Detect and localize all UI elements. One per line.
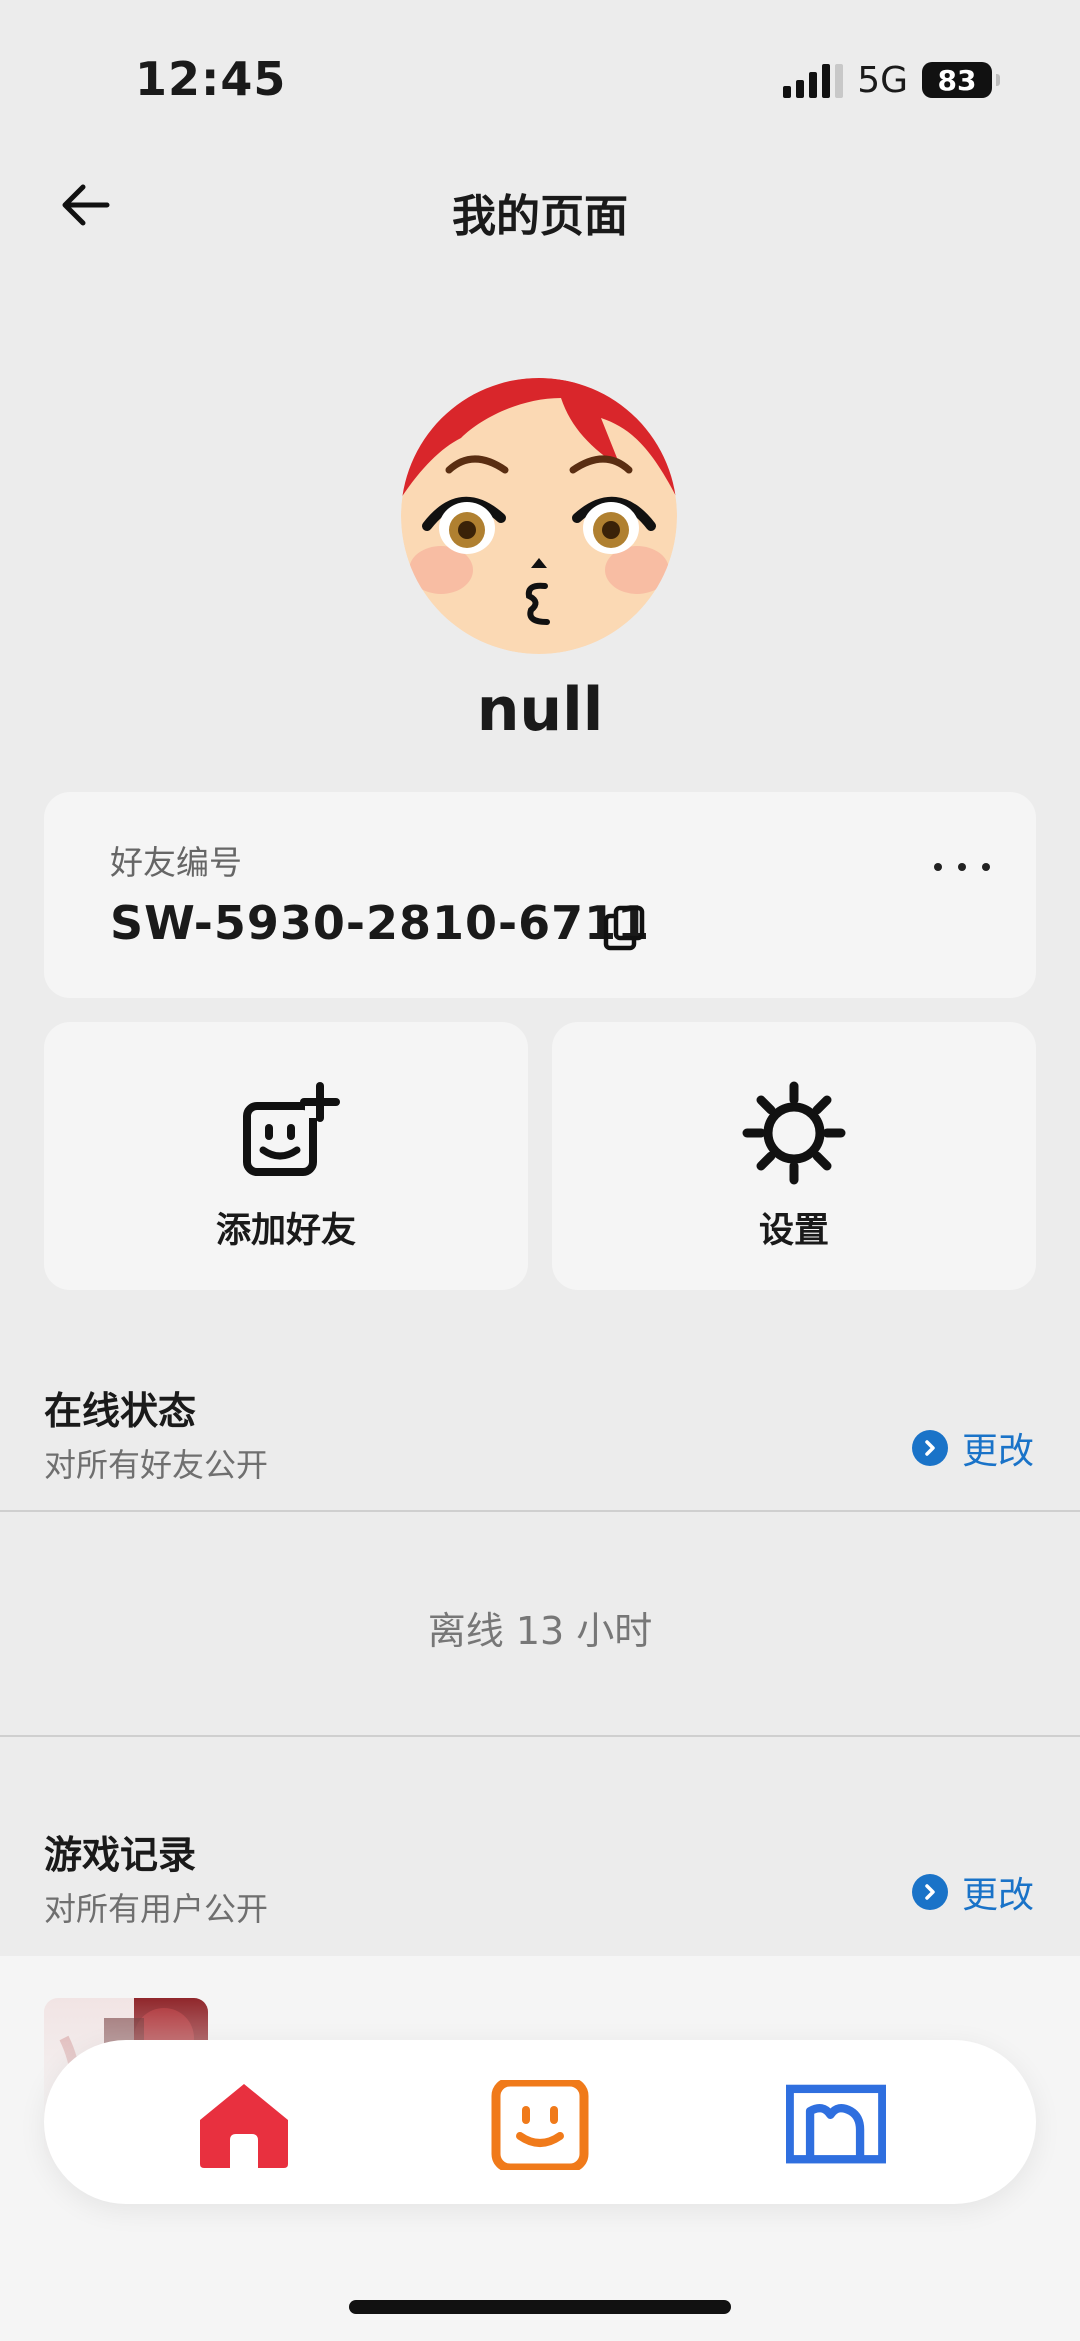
home-icon bbox=[200, 2084, 288, 2168]
friend-code-label: 好友编号 bbox=[110, 843, 242, 882]
game-records-visibility: 对所有用户公开 bbox=[44, 1890, 269, 1928]
page-title: 我的页面 bbox=[452, 191, 628, 242]
battery-level: 83 bbox=[937, 63, 977, 97]
network-type: 5G bbox=[857, 59, 908, 101]
add-friend-button[interactable]: 添加好友 bbox=[44, 1022, 528, 1290]
divider bbox=[0, 1510, 1080, 1512]
online-status-title: 在线状态 bbox=[44, 1389, 197, 1433]
avatar[interactable] bbox=[401, 378, 677, 654]
home-indicator[interactable] bbox=[349, 2300, 731, 2314]
my-page-screen: 12:45 5G 83 我的页面 null 好友编号 SW-5930-2810-… bbox=[0, 0, 1080, 2341]
status-indicators: 5G 83 bbox=[783, 58, 1000, 102]
copy-icon bbox=[603, 905, 645, 951]
offline-duration: 离线 13 小时 bbox=[427, 1609, 653, 1653]
nav-friends-button[interactable] bbox=[490, 2080, 590, 2170]
add-friend-icon bbox=[243, 1082, 340, 1176]
more-options-button[interactable] bbox=[934, 852, 990, 882]
more-horizontal-icon bbox=[934, 863, 942, 871]
change-label: 更改 bbox=[961, 1875, 1034, 1916]
game-records-change-button[interactable]: 更改 bbox=[911, 1866, 1034, 1918]
friend-code-value: SW-5930-2810-6711 bbox=[110, 896, 651, 950]
add-friend-label: 添加好友 bbox=[215, 1211, 356, 1251]
username: null bbox=[476, 675, 604, 745]
mii-store-icon bbox=[786, 2084, 886, 2164]
nav-home-button[interactable] bbox=[194, 2080, 294, 2170]
chevron-right-icon bbox=[911, 1874, 948, 1910]
status-time: 12:45 bbox=[135, 52, 287, 106]
nav-mii-button[interactable] bbox=[786, 2080, 886, 2170]
divider bbox=[0, 1735, 1080, 1737]
signal-icon bbox=[783, 62, 844, 98]
online-status-visibility: 对所有好友公开 bbox=[44, 1446, 269, 1484]
chevron-right-icon bbox=[911, 1430, 948, 1466]
online-status-change-button[interactable]: 更改 bbox=[911, 1422, 1034, 1474]
friends-face-icon bbox=[491, 2080, 589, 2170]
settings-label: 设置 bbox=[758, 1211, 829, 1251]
copy-button[interactable] bbox=[600, 902, 650, 952]
settings-button[interactable]: 设置 bbox=[552, 1022, 1036, 1290]
gear-icon bbox=[742, 1081, 846, 1185]
friend-code-card: 好友编号 SW-5930-2810-6711 bbox=[44, 792, 1036, 998]
battery-icon: 83 bbox=[922, 62, 1000, 98]
game-records-title: 游戏记录 bbox=[44, 1833, 197, 1877]
mii-avatar-icon bbox=[401, 378, 677, 654]
change-label: 更改 bbox=[961, 1431, 1034, 1472]
bottom-nav-bar bbox=[44, 2040, 1036, 2204]
